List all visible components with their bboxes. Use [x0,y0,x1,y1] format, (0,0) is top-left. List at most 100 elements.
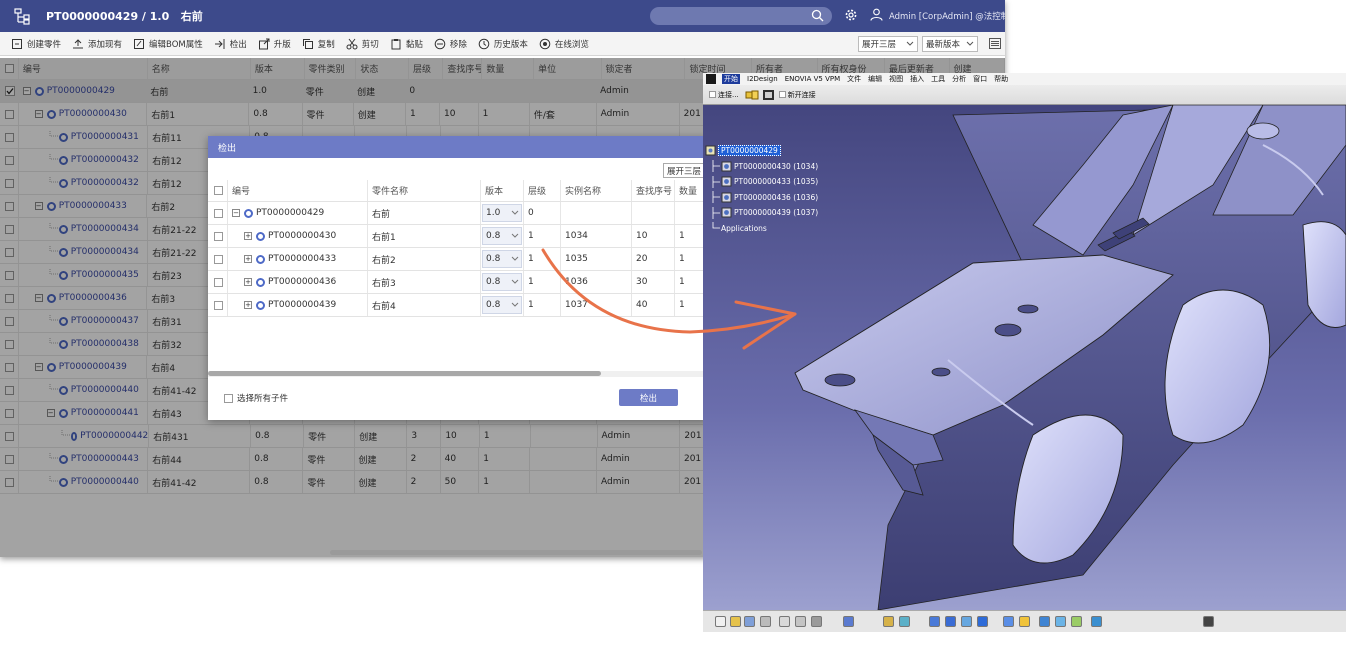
version-select[interactable]: 最新版本 [922,36,978,52]
version-dropdown[interactable]: 0.8 [482,296,522,314]
scroll-thumb[interactable] [208,371,601,376]
cut-button[interactable]: 剪切 [346,38,379,50]
zoom-in-icon[interactable] [1003,616,1014,627]
gear-icon[interactable] [844,8,858,22]
catia-menu-item[interactable]: 帮助 [994,74,1008,84]
catia-menu-item[interactable]: 视图 [889,74,903,84]
expand-levels-select[interactable]: 展开三层 [663,163,708,178]
version-dropdown[interactable]: 0.8 [482,273,522,291]
select-all-checkbox[interactable] [224,393,233,403]
tree-child-node[interactable]: PT0000000433 (1035) [705,174,818,190]
open-icon[interactable] [730,616,741,627]
catia-3d-viewport[interactable]: PT0000000429 PT0000000430 (1034) PT0000000… [703,105,1346,610]
dialog-row-checkbox[interactable] [214,254,223,264]
add-existing-button[interactable]: 添加现有 [72,38,122,50]
tree-child-label[interactable]: PT0000000436 (1036) [734,193,818,202]
dialog-row[interactable]: + PT0000000433 右前2 0.8 1 1035 20 1 [208,248,708,271]
tree-child-node[interactable]: PT0000000430 (1034) [705,159,818,175]
dialog-row-checkbox[interactable] [214,277,223,287]
column-menu-icon[interactable] [989,38,1001,52]
level-select[interactable]: 展开三层 [858,36,918,52]
search-input[interactable] [650,7,832,25]
history-button[interactable]: 历史版本 [478,38,528,50]
catia-menu-item[interactable]: 插入 [910,74,924,84]
connect-icon[interactable] [745,89,759,101]
paste-icon[interactable] [811,616,822,627]
expand-icon[interactable]: + [244,232,252,240]
iso-view-icon[interactable] [1055,616,1066,627]
shading-icon[interactable] [1071,616,1082,627]
comment-icon[interactable] [899,616,910,627]
normal-view-icon[interactable] [1039,616,1050,627]
dialog-horizontal-scrollbar[interactable] [208,371,708,377]
expand-icon[interactable]: + [244,301,252,309]
version-dropdown[interactable]: 0.8 [482,227,522,245]
version-dropdown[interactable]: 1.0 [482,204,522,222]
tree-applications-label[interactable]: Applications [721,224,767,233]
tree-child-label[interactable]: PT0000000433 (1035) [734,177,818,186]
search-icon[interactable] [811,9,824,22]
online-view-button[interactable]: 在线浏览 [539,38,589,50]
catia-logo-icon[interactable] [706,74,716,84]
dialog-row[interactable]: + PT0000000439 右前4 0.8 1 1037 40 1 [208,294,708,317]
fly-mode-icon[interactable] [929,616,940,627]
paste-button[interactable]: 黏贴 [390,38,423,50]
dialog-row[interactable]: + PT0000000436 右前3 0.8 1 1036 30 1 [208,271,708,294]
hide-show-icon[interactable] [1091,616,1102,627]
version-dropdown[interactable]: 0.8 [482,250,522,268]
user-name[interactable]: Admin [CorpAdmin] @法控制 [889,10,1005,22]
print-icon[interactable] [760,616,771,627]
checkout-button[interactable]: 检出 [619,389,678,406]
select-all-children[interactable]: 选择所有子件 [224,392,288,404]
catia-menu-item[interactable]: 编辑 [868,74,882,84]
disconnect-icon[interactable] [762,89,775,101]
rotate-icon[interactable] [961,616,972,627]
remove-button[interactable]: 移除 [434,38,467,50]
catia-menu-item[interactable]: ENOVIA V5 VPM [785,75,840,83]
catia-menu-item[interactable]: 开始 [722,74,740,84]
catia-menu-item[interactable]: 窗口 [973,74,987,84]
dialog-row-checkbox[interactable] [214,231,223,241]
undo-icon[interactable] [843,616,854,627]
new-connect-checkbox[interactable] [778,91,786,98]
expand-icon[interactable]: + [244,255,252,263]
zoom-out-icon[interactable] [1019,616,1030,627]
tree-child-node[interactable]: PT0000000436 (1036) [705,190,818,206]
cut-icon[interactable] [779,616,790,627]
create-part-button[interactable]: 创建零件 [11,38,61,50]
compass-icon[interactable] [945,616,956,627]
swap-icon[interactable] [1203,616,1214,627]
tree-child-node[interactable]: PT0000000439 (1037) [705,205,818,221]
catia-menu-item[interactable]: 分析 [952,74,966,84]
dialog-row-checkbox[interactable] [214,300,223,310]
formula-icon[interactable] [883,616,894,627]
checkout-button[interactable]: 检出 [214,38,247,50]
save-icon[interactable] [744,616,755,627]
dialog-row[interactable]: − PT0000000429 右前 1.0 0 [208,202,708,225]
plm-logo-icon[interactable] [12,6,32,26]
user-icon[interactable] [870,8,883,21]
tree-root-node[interactable]: PT0000000429 [705,143,818,159]
pan-icon[interactable] [977,616,988,627]
dialog-row-checkbox[interactable] [214,208,223,218]
edit-bom-button[interactable]: 编辑BOM属性 [133,38,203,50]
catia-menu-item[interactable]: I2Design [747,75,778,83]
collapse-icon[interactable]: − [232,209,240,217]
horizontal-scrollbar[interactable] [330,550,702,555]
tree-child-label[interactable]: PT0000000430 (1034) [734,162,818,171]
copy-button[interactable]: 复制 [302,38,335,50]
tree-applications-node[interactable]: Applications [705,221,818,237]
new-icon[interactable] [715,616,726,627]
new-connect-label[interactable]: 新开连接 [788,90,816,100]
catia-menu-item[interactable]: 文件 [847,74,861,84]
connect-label[interactable]: 连接... [718,90,739,100]
catia-menu-item[interactable]: 工具 [931,74,945,84]
connect-checkbox[interactable] [709,91,716,98]
dialog-select-all-checkbox[interactable] [214,186,223,195]
dialog-row[interactable]: + PT0000000430 右前1 0.8 1 1034 10 1 [208,225,708,248]
copy-icon[interactable] [795,616,806,627]
tree-child-label[interactable]: PT0000000439 (1037) [734,208,818,217]
tree-root-label[interactable]: PT0000000429 [718,145,781,157]
revise-button[interactable]: 升版 [258,38,291,50]
expand-icon[interactable]: + [244,278,252,286]
